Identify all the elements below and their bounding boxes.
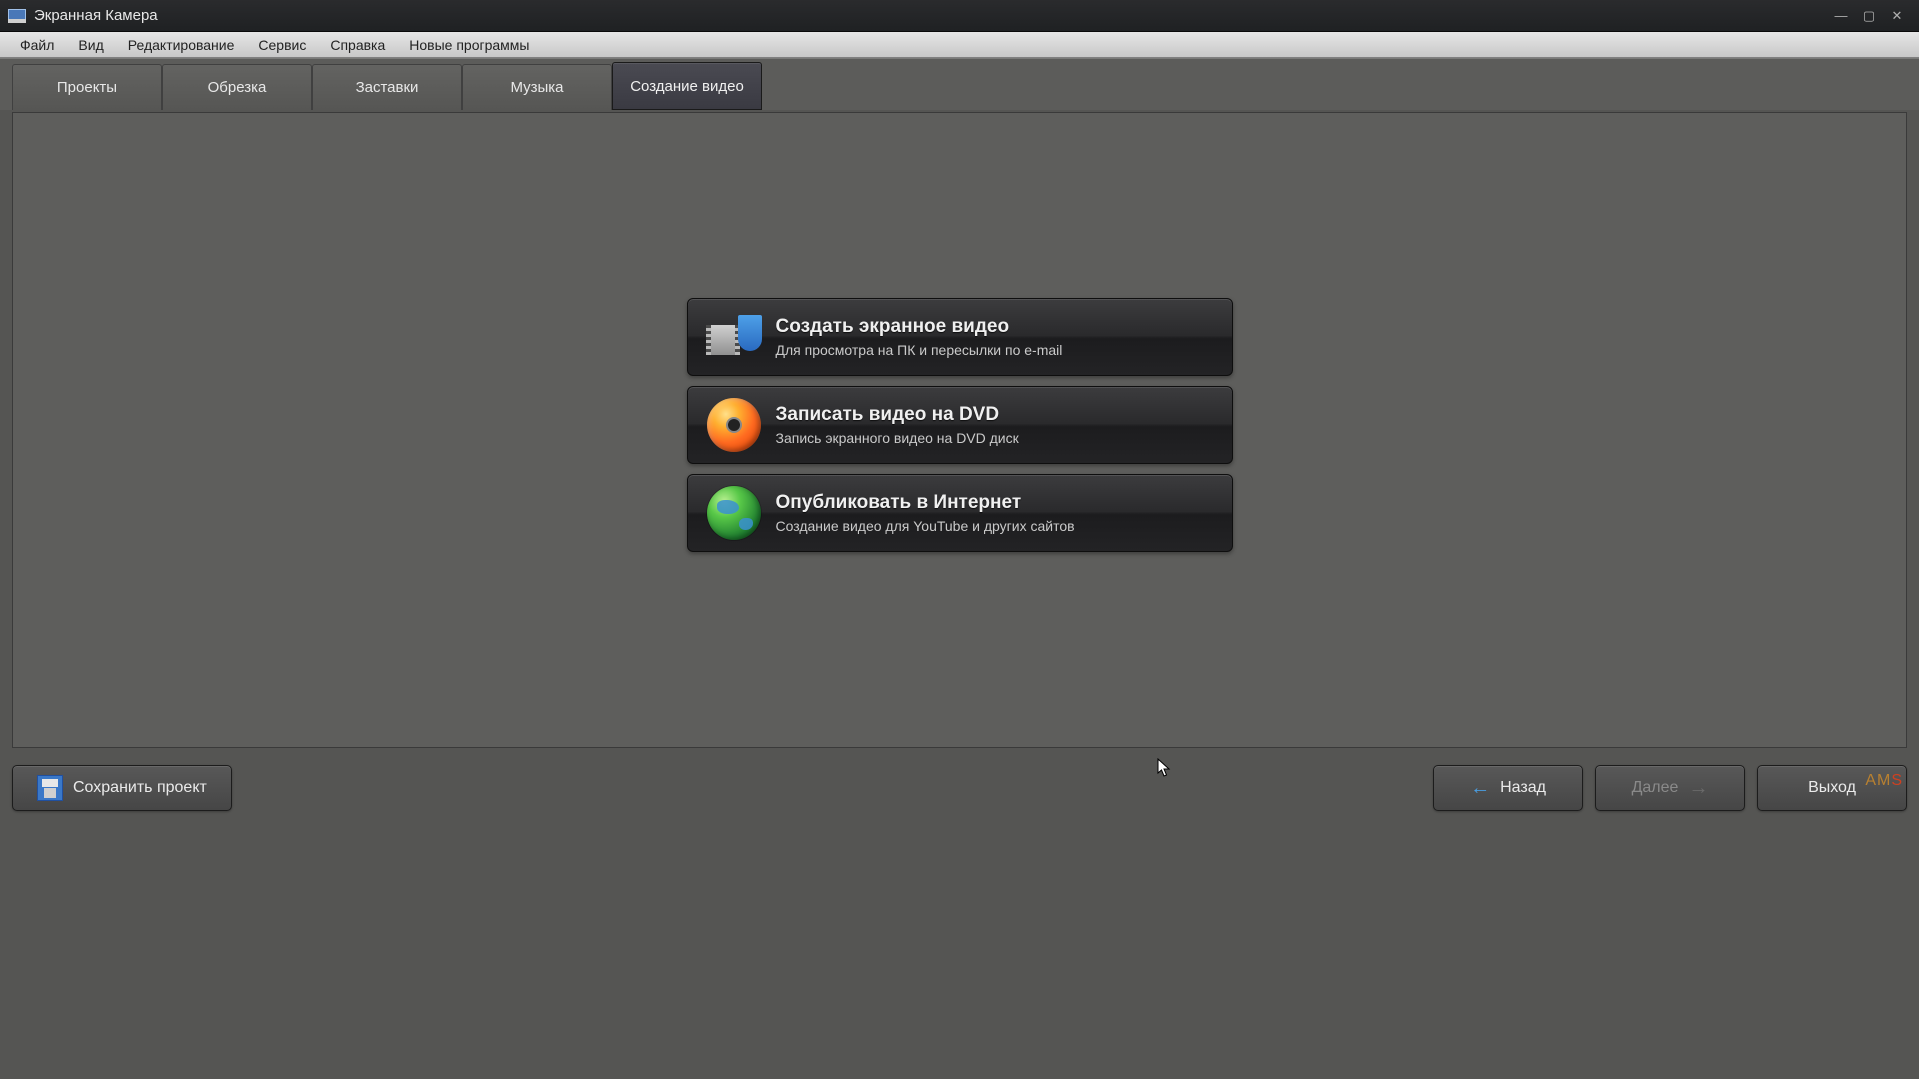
exit-label: Выход bbox=[1808, 779, 1856, 797]
menu-new-programs[interactable]: Новые программы bbox=[397, 34, 541, 56]
app-title: Экранная Камера bbox=[34, 7, 158, 24]
back-label: Назад bbox=[1500, 779, 1546, 797]
tab-trim[interactable]: Обрезка bbox=[162, 64, 312, 110]
footer: Сохранить проект ← Назад Далее → Выход bbox=[12, 760, 1907, 816]
tab-projects[interactable]: Проекты bbox=[12, 64, 162, 110]
save-project-button[interactable]: Сохранить проект bbox=[12, 765, 232, 811]
action-title: Опубликовать в Интернет bbox=[776, 492, 1075, 514]
film-note-icon bbox=[706, 309, 762, 365]
brand-logo: AMS bbox=[1865, 772, 1903, 790]
save-label: Сохранить проект bbox=[73, 779, 207, 797]
maximize-button[interactable]: ▢ bbox=[1855, 4, 1883, 28]
tab-intros[interactable]: Заставки bbox=[312, 64, 462, 110]
floppy-icon bbox=[37, 775, 63, 801]
menu-help[interactable]: Справка bbox=[318, 34, 397, 56]
tab-label: Создание видео bbox=[630, 78, 744, 95]
action-title: Записать видео на DVD bbox=[776, 404, 1019, 426]
app-icon bbox=[8, 9, 26, 23]
tabbar: Проекты Обрезка Заставки Музыка Создание… bbox=[0, 58, 1919, 110]
minimize-button[interactable]: — bbox=[1827, 4, 1855, 28]
action-subtitle: Создание видео для YouTube и других сайт… bbox=[776, 518, 1075, 534]
next-button[interactable]: Далее → bbox=[1595, 765, 1745, 811]
tab-label: Музыка bbox=[510, 79, 563, 96]
action-subtitle: Запись экранного видео на DVD диск bbox=[776, 430, 1019, 446]
arrow-right-icon: → bbox=[1688, 777, 1708, 800]
brand-prefix: AM bbox=[1865, 772, 1891, 789]
main-content: Создать экранное видео Для просмотра на … bbox=[12, 112, 1907, 748]
action-title: Создать экранное видео bbox=[776, 316, 1063, 338]
menu-service[interactable]: Сервис bbox=[246, 34, 318, 56]
menubar: Файл Вид Редактирование Сервис Справка Н… bbox=[0, 32, 1919, 58]
tab-label: Проекты bbox=[57, 79, 117, 96]
globe-icon bbox=[706, 485, 762, 541]
burn-dvd-button[interactable]: Записать видео на DVD Запись экранного в… bbox=[687, 386, 1233, 464]
back-button[interactable]: ← Назад bbox=[1433, 765, 1583, 811]
close-button[interactable]: ✕ bbox=[1883, 4, 1911, 28]
tab-music[interactable]: Музыка bbox=[462, 64, 612, 110]
brand-suffix: S bbox=[1891, 772, 1903, 789]
publish-internet-button[interactable]: Опубликовать в Интернет Создание видео д… bbox=[687, 474, 1233, 552]
tab-label: Обрезка bbox=[208, 79, 267, 96]
menu-view[interactable]: Вид bbox=[66, 34, 115, 56]
create-screen-video-button[interactable]: Создать экранное видео Для просмотра на … bbox=[687, 298, 1233, 376]
tab-create-video[interactable]: Создание видео bbox=[612, 62, 762, 110]
dvd-disc-icon bbox=[706, 397, 762, 453]
next-label: Далее bbox=[1632, 779, 1679, 797]
arrow-left-icon: ← bbox=[1470, 777, 1490, 800]
titlebar: Экранная Камера — ▢ ✕ bbox=[0, 0, 1919, 32]
action-subtitle: Для просмотра на ПК и пересылки по e-mai… bbox=[776, 342, 1063, 358]
menu-edit[interactable]: Редактирование bbox=[116, 34, 247, 56]
action-panel: Создать экранное видео Для просмотра на … bbox=[687, 298, 1233, 562]
tab-label: Заставки bbox=[356, 79, 419, 96]
menu-file[interactable]: Файл bbox=[8, 34, 66, 56]
